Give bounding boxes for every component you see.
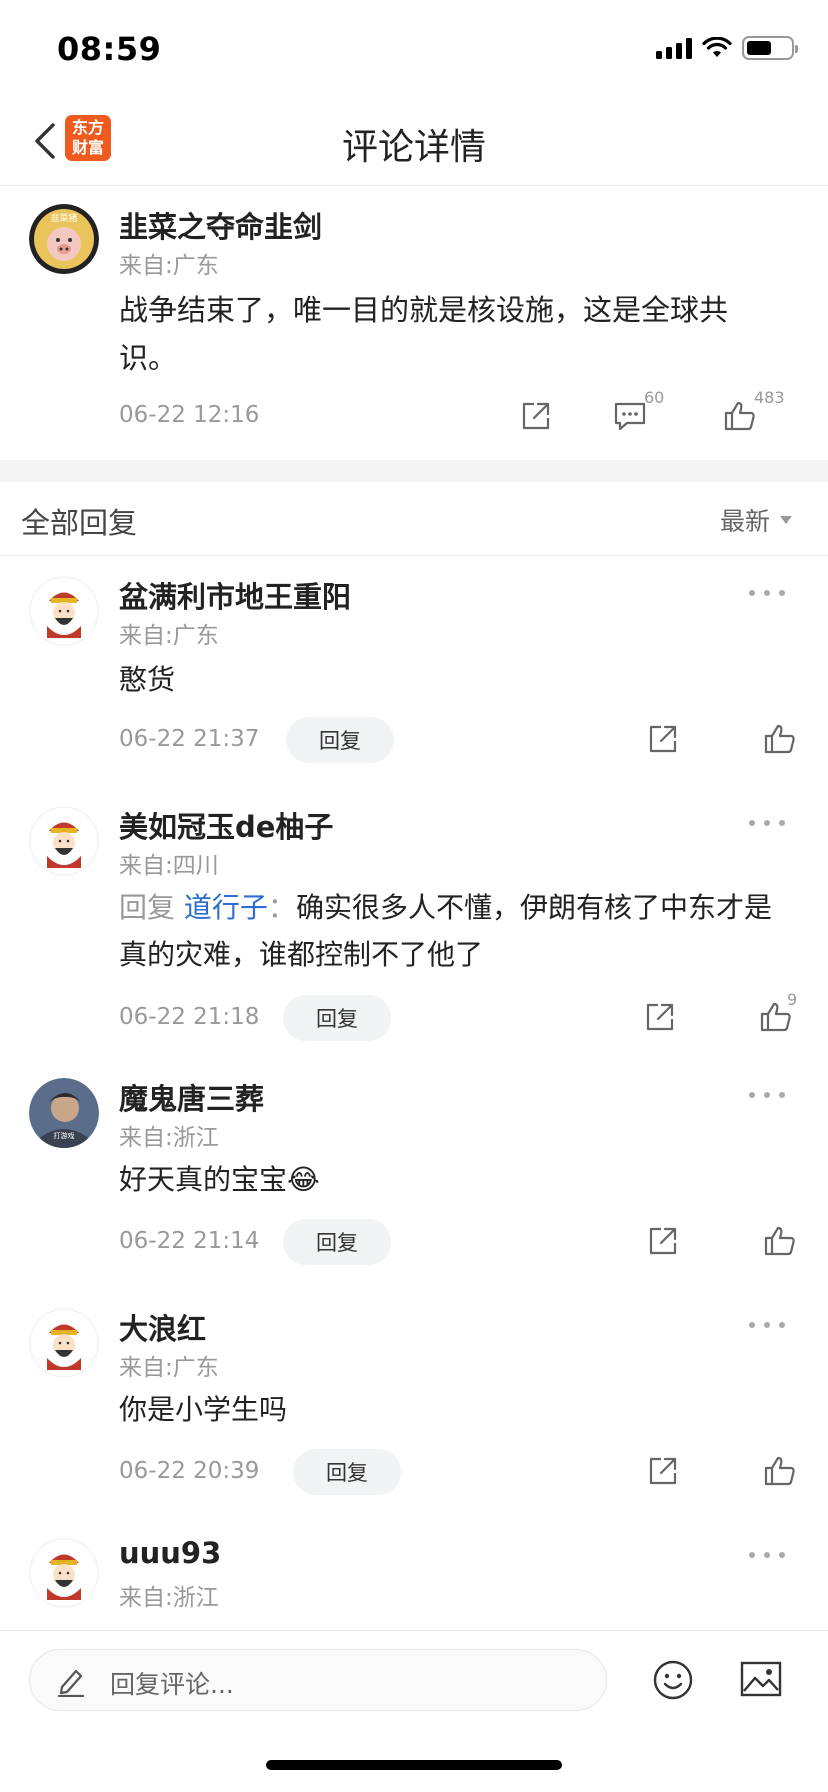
page-title: 评论详情: [341, 127, 486, 168]
avatar[interactable]: 打游戏: [29, 1078, 99, 1148]
more-options-button[interactable]: [749, 1090, 785, 1100]
more-options-button[interactable]: [749, 588, 785, 598]
emoji-button[interactable]: [652, 1659, 694, 1705]
reply-time: 06-22 20:39: [119, 1458, 260, 1484]
caret-down-icon: [780, 516, 792, 524]
status-bar: 08:59: [0, 0, 828, 96]
svg-text:韭菜猪: 韭菜猪: [50, 212, 77, 224]
reply-to-separator: ：: [267, 891, 296, 924]
signal-icon: [656, 37, 692, 59]
reply-time: 06-22 21:14: [119, 1228, 260, 1254]
share-icon: [522, 402, 550, 430]
reply-item: 大浪红 来自:广东 你是小学生吗 06-22 20:39 回复: [0, 1288, 828, 1518]
reply-button[interactable]: 回复: [286, 717, 394, 763]
image-icon: [740, 1661, 782, 1697]
author-location: 来自:浙江: [119, 1585, 219, 1611]
author-location: 来自:浙江: [119, 1125, 219, 1151]
status-time: 08:59: [57, 30, 162, 68]
thumbs-up-icon: [764, 1226, 795, 1256]
author-name[interactable]: 盆满利市地王重阳: [119, 574, 351, 616]
status-icons: [656, 36, 798, 60]
avatar[interactable]: [29, 1308, 99, 1378]
reply-time: 06-22 21:18: [119, 1004, 260, 1030]
reply-text: 你是小学生吗: [119, 1393, 288, 1426]
reply-item: 打游戏 魔鬼唐三葬 来自:浙江 好天真的宝宝😂 06-22 21:14 回复: [0, 1058, 828, 1288]
nav-bar: 东方 财富 评论详情: [0, 96, 828, 186]
reply-button[interactable]: 回复: [293, 1449, 401, 1495]
section-divider: [0, 460, 828, 482]
pencil-icon: [57, 1669, 85, 1697]
like-button[interactable]: [760, 1451, 800, 1491]
reply-button[interactable]: 回复: [283, 995, 391, 1041]
like-button[interactable]: [760, 1221, 800, 1261]
avatar[interactable]: [29, 1538, 99, 1608]
reply-item: 美如冠玉de柚子 来自:四川 回复 道行子：确实很多人不懂，伊朗有核了中东才是真…: [0, 786, 828, 1058]
author-name[interactable]: 韭菜之夺命韭剑: [119, 204, 322, 246]
avatar[interactable]: [29, 806, 99, 876]
author-location: 来自:广东: [119, 623, 219, 649]
like-button[interactable]: [760, 719, 800, 759]
share-button[interactable]: [643, 719, 683, 759]
share-icon: [649, 1227, 677, 1255]
comment-icon: [614, 402, 646, 431]
image-button[interactable]: [740, 1661, 782, 1701]
like-count: 9: [787, 990, 798, 1009]
reply-input-placeholder: 回复评论...: [110, 1670, 234, 1699]
share-button[interactable]: [516, 396, 556, 436]
like-count: 483: [754, 388, 785, 407]
smiley-icon: [653, 1660, 693, 1700]
share-button[interactable]: [643, 1451, 683, 1491]
home-indicator: [266, 1760, 562, 1770]
reply-button[interactable]: 回复: [283, 1219, 391, 1265]
author-location: 来自:四川: [119, 853, 219, 879]
avatar[interactable]: 韭菜猪: [29, 204, 99, 274]
wifi-icon: [702, 37, 732, 57]
replies-header: 全部回复 最新: [0, 482, 828, 556]
reply-text: 憨货: [119, 663, 176, 696]
author-location: 来自:广东: [119, 1355, 219, 1381]
comment-time: 06-22 12:16: [119, 402, 260, 428]
reply-body: 好天真的宝宝: [119, 1163, 288, 1196]
author-location: 来自:广东: [119, 253, 219, 279]
more-options-button[interactable]: [749, 1320, 785, 1330]
reply-text: 回复 道行子：确实很多人不懂，伊朗有核了中东才是真的灾难，谁都控制不了他了: [119, 884, 779, 978]
reply-time: 06-22 21:37: [119, 726, 260, 752]
comment-count: 60: [644, 388, 665, 407]
more-options-button[interactable]: [749, 1550, 785, 1560]
more-options-button[interactable]: [749, 818, 785, 828]
reply-item: 盆满利市地王重阳 来自:广东 憨货 06-22 21:37 回复: [0, 556, 828, 786]
reply-to-prefix: 回复: [119, 891, 184, 924]
sort-label: 最新: [719, 507, 770, 536]
reply-to-user-link[interactable]: 道行子: [184, 891, 268, 924]
original-comment: 韭菜猪 韭菜之夺命韭剑 来自:广东 战争结束了，唯一目的就是核设施，这是全球共识…: [0, 186, 828, 460]
avatar[interactable]: [29, 576, 99, 646]
reply-item: uuu93 来自:浙江: [0, 1518, 828, 1630]
svg-text:打游戏: 打游戏: [54, 1131, 75, 1140]
author-name[interactable]: 魔鬼唐三葬: [119, 1076, 264, 1118]
thumbs-up-icon: [764, 1456, 795, 1486]
laughing-crying-emoji-icon: 😂: [287, 1163, 320, 1196]
replies-title: 全部回复: [21, 506, 138, 540]
author-name[interactable]: 美如冠玉de柚子: [119, 804, 333, 846]
thumbs-up-icon: [724, 401, 755, 431]
comment-text: 战争结束了，唯一目的就是核设施，这是全球共识。: [119, 293, 729, 375]
share-icon: [646, 1003, 674, 1031]
reply-text: 好天真的宝宝😂: [119, 1156, 779, 1203]
share-icon: [649, 725, 677, 753]
share-icon: [649, 1457, 677, 1485]
thumbs-up-icon: [764, 724, 795, 754]
battery-icon: [742, 36, 798, 60]
author-name[interactable]: 大浪红: [119, 1306, 206, 1348]
author-name[interactable]: uuu93: [119, 1536, 221, 1570]
sort-dropdown[interactable]: 最新: [720, 502, 792, 538]
share-button[interactable]: [643, 1221, 683, 1261]
reply-input[interactable]: 回复评论...: [29, 1649, 607, 1711]
share-button[interactable]: [640, 997, 680, 1037]
